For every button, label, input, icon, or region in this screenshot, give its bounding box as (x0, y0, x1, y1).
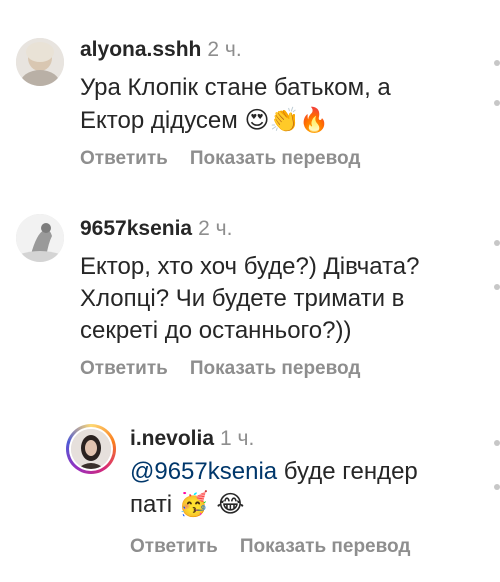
comment-line: паті 🥳 😂 (130, 488, 480, 521)
timestamp: 1 ч. (220, 427, 255, 450)
username[interactable]: 9657ksenia (80, 217, 192, 240)
comment-text: @9657ksenia буде гендер паті 🥳 😂 (130, 456, 480, 521)
timestamp: 2 ч. (207, 38, 242, 61)
comment-line: секреті до останнього?)) (80, 317, 352, 344)
comment-header: 9657ksenia 2 ч. (80, 216, 232, 242)
reply-button[interactable]: Ответить (130, 536, 218, 557)
translate-button[interactable]: Показать перевод (240, 536, 411, 557)
more-dot-icon[interactable] (494, 100, 500, 106)
comment-line: @9657ksenia буде гендер (130, 456, 480, 488)
comment-line-text: буде гендер (277, 458, 418, 485)
avatar-ring-gap (69, 427, 113, 471)
comment-line-text: паті (130, 491, 179, 518)
emoji-group: 🥳 😂 (178, 490, 245, 518)
reply-button[interactable]: Ответить (80, 148, 168, 169)
avatar[interactable] (16, 38, 64, 86)
avatar[interactable] (16, 214, 64, 262)
comment-text: Ектор, хто хоч буде?) Дівчата? Хлопці? Ч… (80, 251, 485, 347)
comment-actions: Ответить Показать перевод (80, 148, 382, 170)
more-dot-icon[interactable] (494, 284, 500, 290)
more-dot-icon[interactable] (494, 240, 500, 246)
mention-link[interactable]: @9657ksenia (130, 458, 277, 485)
more-dot-icon[interactable] (494, 484, 500, 490)
comment-header: alyona.sshh 2 ч. (80, 37, 242, 63)
comment-line: Ура Клопік стане батьком, а (80, 74, 391, 101)
reply-button[interactable]: Ответить (80, 358, 168, 379)
timestamp: 2 ч. (198, 217, 233, 240)
emoji-group: 😍👏🔥 (244, 106, 330, 134)
translate-button[interactable]: Показать перевод (190, 358, 361, 379)
comment-line: Хлопці? Чи будете тримати в (80, 285, 405, 312)
more-dot-icon[interactable] (494, 60, 500, 66)
more-dot-icon[interactable] (494, 440, 500, 446)
translate-button[interactable]: Показать перевод (190, 148, 361, 169)
avatar (71, 429, 111, 469)
comment-text: Ура Клопік стане батьком, а Ектор дідусе… (80, 72, 485, 137)
comment-header: i.nevolia 1 ч. (130, 426, 254, 452)
comment-actions: Ответить Показать перевод (80, 358, 382, 380)
avatar-story-ring[interactable] (66, 424, 116, 474)
comment-line: Ектор дідусем 😍👏🔥 (80, 104, 485, 137)
comment-actions: Ответить Показать перевод (130, 536, 432, 558)
comment-line-text: Ектор дідусем (80, 107, 238, 134)
username[interactable]: i.nevolia (130, 427, 214, 450)
username[interactable]: alyona.sshh (80, 38, 201, 61)
comment-line: Ектор, хто хоч буде?) Дівчата? (80, 253, 420, 280)
